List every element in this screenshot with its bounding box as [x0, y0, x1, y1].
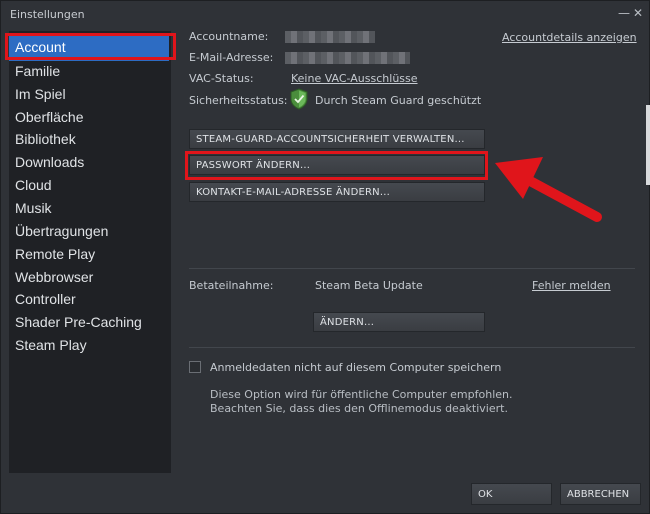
dont-save-credentials-checkbox[interactable] [189, 361, 201, 373]
beta-change-button-label: ÄNDERN... [320, 317, 375, 328]
sidebar-item-uebertragungen[interactable]: Übertragungen [15, 223, 108, 239]
sidebar-item-cloud[interactable]: Cloud [15, 177, 52, 193]
sidebar-item-steam-play[interactable]: Steam Play [15, 337, 87, 353]
sidebar-item-oberflaeche[interactable]: Oberfläche [15, 109, 83, 125]
settings-window: Einstellungen — ✕ Account Familie Im Spi… [0, 0, 650, 514]
change-email-button[interactable]: KONTAKT-E-MAIL-ADRESSE ÄNDERN... [189, 182, 485, 202]
sidebar-item-controller[interactable]: Controller [15, 291, 76, 307]
security-status-value: Durch Steam Guard geschützt [315, 94, 482, 107]
divider [189, 268, 635, 269]
email-value-redacted [285, 52, 410, 64]
close-icon[interactable]: ✕ [633, 7, 643, 19]
shield-check-icon [290, 88, 308, 114]
cancel-button[interactable]: ABBRECHEN [560, 483, 641, 505]
highlight-box-account [5, 33, 176, 60]
beta-change-button[interactable]: ÄNDERN... [313, 312, 485, 332]
steam-guard-button-label: STEAM-GUARD-ACCOUNTSICHERHEIT VERWALTEN.… [196, 134, 465, 145]
vac-status-link[interactable]: Keine VAC-Ausschlüsse [291, 72, 418, 85]
accountname-value-redacted [285, 31, 375, 43]
report-bug-link[interactable]: Fehler melden [532, 279, 611, 292]
credentials-note-line1: Diese Option wird für öffentliche Comput… [210, 388, 513, 401]
vac-label: VAC-Status: [189, 72, 254, 85]
sidebar-item-downloads[interactable]: Downloads [15, 154, 84, 170]
beta-value: Steam Beta Update [315, 279, 423, 292]
sidebar-item-shader-pre-caching[interactable]: Shader Pre-Caching [15, 314, 142, 330]
account-details-link[interactable]: Accountdetails anzeigen [502, 31, 637, 44]
sidebar-item-remote-play[interactable]: Remote Play [15, 246, 95, 262]
background-window-edge [646, 105, 650, 185]
security-label: Sicherheitsstatus: [189, 94, 288, 107]
accountname-label: Accountname: [189, 30, 269, 43]
minimize-icon[interactable]: — [618, 7, 630, 19]
steam-guard-button[interactable]: STEAM-GUARD-ACCOUNTSICHERHEIT VERWALTEN.… [189, 129, 485, 149]
ok-button-label: OK [478, 489, 493, 500]
red-arrow-icon [495, 157, 602, 222]
sidebar-item-im-spiel[interactable]: Im Spiel [15, 86, 66, 102]
sidebar-item-musik[interactable]: Musik [15, 200, 52, 216]
sidebar-item-familie[interactable]: Familie [15, 63, 60, 79]
settings-sidebar: Account Familie Im Spiel Oberfläche Bibl… [9, 31, 171, 473]
window-title: Einstellungen [10, 8, 85, 21]
credentials-note-line2: Beachten Sie, dass dies den Offlinemodus… [210, 402, 508, 415]
highlight-box-password [185, 151, 488, 180]
sidebar-item-webbrowser[interactable]: Webbrowser [15, 269, 93, 285]
change-email-button-label: KONTAKT-E-MAIL-ADRESSE ÄNDERN... [196, 187, 390, 198]
divider [189, 347, 635, 348]
sidebar-item-bibliothek[interactable]: Bibliothek [15, 131, 76, 147]
beta-label: Betateilnahme: [189, 279, 274, 292]
dont-save-credentials-label[interactable]: Anmeldedaten nicht auf diesem Computer s… [210, 361, 501, 374]
ok-button[interactable]: OK [471, 483, 552, 505]
email-label: E-Mail-Adresse: [189, 51, 274, 64]
account-panel: Accountname: Accountdetails anzeigen E-M… [173, 27, 643, 477]
cancel-button-label: ABBRECHEN [567, 489, 630, 500]
title-bar: Einstellungen — ✕ [1, 1, 649, 27]
